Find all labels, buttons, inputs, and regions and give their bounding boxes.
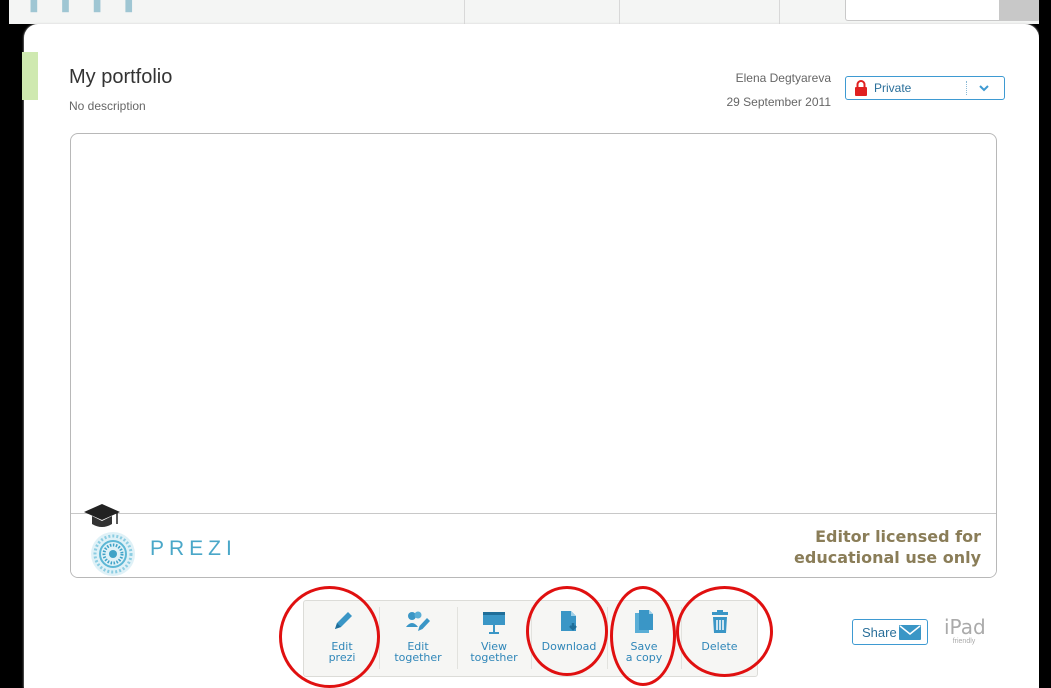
copy-icon [635,610,653,633]
lock-icon [855,80,867,96]
download-icon [561,611,577,631]
window-edge [1039,0,1051,688]
save-copy-button[interactable]: Save a copy [608,601,680,676]
graduation-cap-icon [84,504,120,527]
privacy-dropdown[interactable]: Private [845,76,1005,100]
pencil-icon [335,612,352,629]
download-button[interactable]: Download [532,601,606,676]
download-label: Download [541,640,597,653]
background-divider [619,0,620,24]
users-edit-icon [406,611,430,631]
projector-icon [483,612,505,634]
edit-together-label: Edit together [394,640,442,664]
view-together-button[interactable]: View together [458,601,530,676]
page-title: My portfolio [69,66,173,88]
share-label: Share [862,625,897,640]
background-search-box [845,0,1039,21]
created-date: 29 September 2011 [726,95,831,109]
background-page-header: ▮ ▮ ▮ ▮ [9,0,1039,24]
background-logo: ▮ ▮ ▮ ▮ [29,0,142,15]
prezi-viewer[interactable]: PREZI Editor licensed for educational us… [70,133,997,578]
edit-prezi-label: Edit prezi [328,640,356,664]
chevron-down-icon [979,85,989,92]
envelope-icon [899,625,921,640]
trash-icon [711,610,728,633]
edit-prezi-button[interactable]: Edit prezi [306,601,378,676]
author-name[interactable]: Elena Degtyareva [736,71,831,85]
ipad-friendly-badge: iPad friendly [944,615,986,646]
ipad-label: iPad [944,615,986,639]
edit-together-button[interactable]: Edit together [380,601,456,676]
privacy-separator [966,81,967,95]
delete-label: Delete [701,640,738,653]
background-search-button [999,0,1039,20]
prezi-description: No description [69,99,146,113]
delete-button[interactable]: Delete [682,601,757,676]
viewer-footer: PREZI Editor licensed for educational us… [71,504,996,577]
accent-bar [22,52,38,100]
share-button[interactable]: Share [852,619,928,645]
background-divider [779,0,780,24]
license-notice: Editor licensed for educational use only [794,526,981,568]
license-line-2: educational use only [794,548,981,567]
prezi-wordmark: PREZI [150,537,237,560]
privacy-label: Private [874,81,912,95]
prezi-actions-toolbar: Edit prezi Edit together View together Down… [303,600,758,677]
save-copy-label: Save a copy [625,640,663,664]
background-divider [464,0,465,24]
view-together-label: View together [470,640,518,664]
license-line-1: Editor licensed for [815,527,981,546]
